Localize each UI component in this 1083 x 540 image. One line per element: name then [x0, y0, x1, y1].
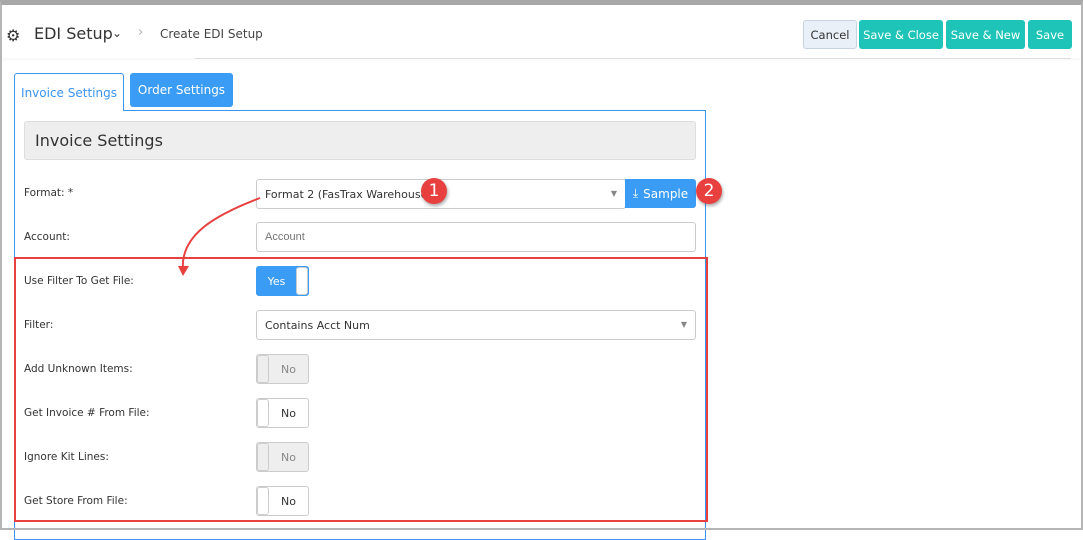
save-new-button[interactable]: Save & New [946, 20, 1025, 49]
get-store-toggle[interactable]: No [256, 486, 309, 516]
toggle-value: Yes [267, 274, 286, 288]
divider [195, 58, 1071, 59]
use-filter-label: Use Filter To Get File: [24, 275, 134, 287]
caret-down-icon: ▼ [680, 320, 687, 329]
annotation-badge-1: 1 [421, 178, 447, 204]
toggle-knob [296, 267, 308, 295]
chevron-down-icon[interactable]: ⌄ [112, 26, 122, 40]
sample-label: Sample [643, 186, 689, 201]
save-button[interactable]: Save [1028, 20, 1072, 49]
add-unknown-toggle[interactable]: No [256, 354, 309, 384]
add-unknown-label: Add Unknown Items: [24, 363, 133, 375]
save-close-button[interactable]: Save & Close [859, 20, 943, 49]
use-filter-toggle[interactable]: Yes [256, 266, 309, 296]
toggle-value: No [281, 362, 296, 376]
get-invoice-label: Get Invoice # From File: [24, 407, 150, 419]
cancel-button[interactable]: Cancel [803, 20, 857, 49]
toggle-value: No [281, 406, 296, 420]
account-input[interactable] [256, 222, 696, 252]
tab-invoice-settings[interactable]: Invoice Settings [14, 73, 124, 111]
ignore-kit-toggle[interactable]: No [256, 442, 309, 472]
toggle-knob [257, 487, 269, 515]
breadcrumb-separator-icon: › [138, 25, 144, 40]
section-title: Invoice Settings [24, 121, 696, 160]
ignore-kit-label: Ignore Kit Lines: [24, 451, 109, 463]
sample-button[interactable]: ⤓ Sample [625, 179, 696, 208]
format-label: Format: * [24, 187, 74, 199]
page-title: EDI Setup [34, 24, 113, 43]
filter-select[interactable]: Contains Acct Num ▼ [256, 310, 696, 340]
format-value: Format 2 (FasTrax Warehouse) [265, 188, 432, 201]
filter-value: Contains Acct Num [265, 319, 370, 332]
caret-down-icon: ▼ [610, 189, 617, 198]
account-label: Account: [24, 231, 70, 243]
toggle-knob [257, 443, 269, 471]
toggle-value: No [281, 450, 296, 464]
get-invoice-toggle[interactable]: No [256, 398, 309, 428]
filter-label: Filter: [24, 319, 54, 331]
annotation-badge-2: 2 [696, 178, 722, 204]
download-icon: ⤓ [632, 186, 639, 200]
toggle-knob [257, 355, 269, 383]
tab-order-settings[interactable]: Order Settings [130, 73, 233, 107]
breadcrumb: Create EDI Setup [160, 27, 263, 41]
toggle-knob [257, 399, 269, 427]
toggle-value: No [281, 494, 296, 508]
get-store-label: Get Store From File: [24, 495, 128, 507]
gear-icon[interactable]: ⚙ [6, 26, 20, 45]
